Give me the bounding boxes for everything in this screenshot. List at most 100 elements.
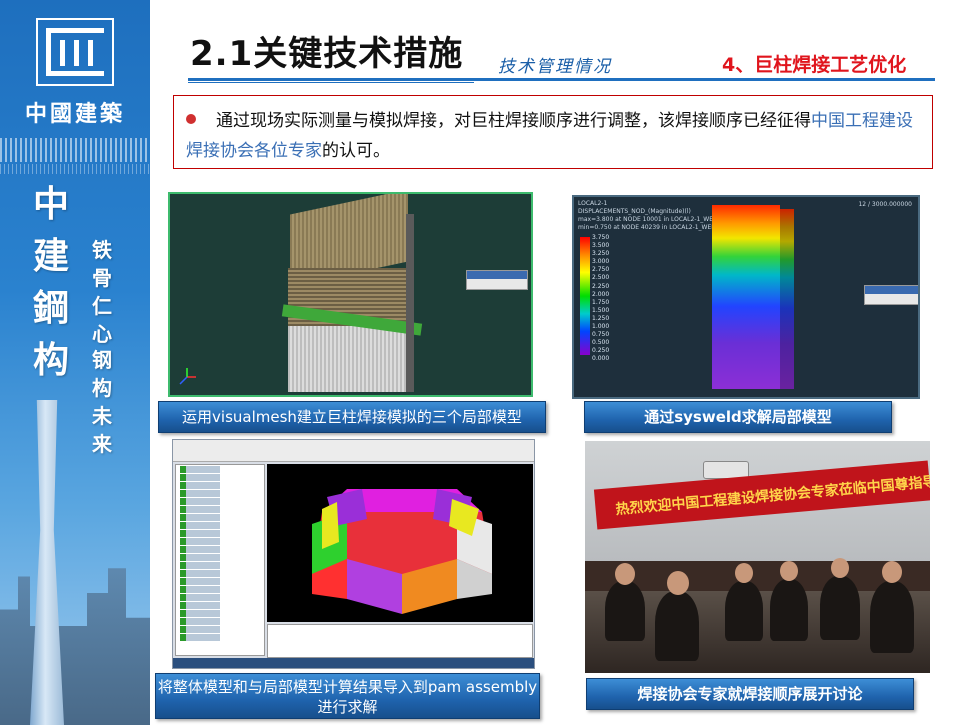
section-label: 4、巨柱焊接工艺优化 bbox=[722, 54, 907, 76]
legend-value: 1.750 bbox=[592, 298, 610, 306]
attendee-head bbox=[780, 561, 798, 581]
intro-box: 通过现场实际测量与模拟焊接，对巨柱焊接顺序进行调整，该焊接顺序已经征得中国工程建… bbox=[173, 95, 933, 169]
legend-value: 2.250 bbox=[592, 282, 610, 290]
brand-char: 构 bbox=[32, 339, 69, 381]
legend-value: 0.750 bbox=[592, 331, 610, 339]
legend-value: 0.250 bbox=[592, 347, 610, 355]
tree-row bbox=[180, 562, 260, 569]
tree-row bbox=[180, 578, 260, 585]
tree-row bbox=[180, 498, 260, 505]
page-subtitle: 技术管理情况 bbox=[498, 57, 612, 77]
legend-value: 1.000 bbox=[592, 323, 610, 331]
brand-char: 中 bbox=[32, 183, 69, 225]
attendee bbox=[605, 581, 645, 641]
tree-row bbox=[180, 538, 260, 545]
view-orientation-toolbar bbox=[466, 270, 528, 290]
attendee bbox=[820, 576, 860, 640]
motto-char: 骨 bbox=[92, 266, 112, 290]
tree-row bbox=[180, 594, 260, 601]
tree-row bbox=[180, 482, 260, 489]
attendee bbox=[870, 581, 914, 653]
intro-text: 通过现场实际测量与模拟焊接，对巨柱焊接顺序进行调整，该焊接顺序已经征得中国工程建… bbox=[186, 106, 916, 166]
decorative-stripe bbox=[0, 138, 150, 162]
motto-char: 构 bbox=[92, 376, 112, 400]
tree-row bbox=[180, 522, 260, 529]
view-orientation-toolbar bbox=[864, 285, 918, 305]
brand-sidebar: 中國建築 中 建 鋼 构 铁 骨 仁 心 钢 构 未 来 bbox=[0, 0, 150, 725]
attendee bbox=[770, 579, 808, 641]
tree-row bbox=[180, 546, 260, 553]
legend-value: 2.750 bbox=[592, 266, 610, 274]
tree-row bbox=[180, 474, 260, 481]
caption-sysweld: 通过sysweld求解局部模型 bbox=[584, 401, 892, 433]
sysweld-result-screenshot: LOCAL2-1 DISPLACEMENTS_NOD_(Magnitude)(l… bbox=[572, 195, 920, 399]
legend-value: 2.000 bbox=[592, 290, 610, 298]
console-log-panel bbox=[267, 624, 533, 658]
legend-value: 0.500 bbox=[592, 339, 610, 347]
legend-value: 1.500 bbox=[592, 306, 610, 314]
frame-counter: 12 / 3000.000000 bbox=[858, 201, 912, 208]
legend-value: 3.250 bbox=[592, 250, 610, 258]
caption-expert-discussion: 焊接协会专家就焊接顺序展开讨论 bbox=[586, 678, 914, 710]
tree-row bbox=[180, 506, 260, 513]
decorative-stripe-thin bbox=[0, 164, 150, 174]
tree-row bbox=[180, 602, 260, 609]
intro-text-end: 的认可。 bbox=[322, 141, 390, 161]
motto-char: 未 bbox=[92, 404, 112, 428]
tree-row bbox=[180, 466, 260, 473]
attendee bbox=[725, 581, 763, 641]
mesh-lower-block bbox=[288, 326, 406, 392]
caption-pam-assembly: 将整体模型和与局部模型计算结果导入到pam assembly 进行求解 bbox=[155, 673, 540, 719]
legend-value: 3.000 bbox=[592, 258, 610, 266]
tower-building-image bbox=[30, 400, 64, 725]
expert-meeting-photo: 热烈欢迎中国工程建设焊接协会专家莅临中国尊指导 bbox=[585, 441, 930, 673]
model-tree-panel bbox=[175, 464, 265, 656]
header-divider-thin bbox=[188, 82, 474, 83]
tree-row bbox=[180, 554, 260, 561]
legend-value: 2.500 bbox=[592, 274, 610, 282]
brand-char: 鋼 bbox=[32, 287, 69, 329]
caption-visualmesh: 运用visualmesh建立巨柱焊接模拟的三个局部模型 bbox=[158, 401, 546, 433]
intro-text-main: 通过现场实际测量与模拟焊接，对巨柱焊接顺序进行调整，该焊接顺序已经征得 bbox=[216, 111, 811, 131]
motto-char: 仁 bbox=[92, 294, 112, 318]
attendee-head bbox=[831, 558, 849, 578]
legend-value: 3.500 bbox=[592, 242, 610, 250]
brand-vertical-title: 中 建 鋼 构 bbox=[26, 178, 76, 386]
attendee bbox=[655, 591, 699, 661]
cscec-logo-icon bbox=[36, 18, 114, 86]
motto-char: 来 bbox=[92, 432, 112, 456]
displacement-contour-side bbox=[780, 209, 794, 389]
axis-triad-icon bbox=[179, 368, 196, 385]
motto-column-2: 钢 构 未 来 bbox=[88, 346, 116, 458]
header-divider bbox=[188, 78, 935, 81]
tree-row bbox=[180, 634, 260, 641]
attendee-head bbox=[735, 563, 753, 583]
legend-value: 0.000 bbox=[592, 355, 610, 363]
tree-row bbox=[180, 610, 260, 617]
tree-row bbox=[180, 586, 260, 593]
attendee-head bbox=[882, 561, 902, 583]
motto-column-1: 铁 骨 仁 心 bbox=[88, 236, 116, 348]
tree-row bbox=[180, 570, 260, 577]
motto-char: 心 bbox=[92, 322, 112, 346]
attendee-head bbox=[615, 563, 635, 585]
brand-char: 建 bbox=[32, 235, 69, 277]
app-toolbar bbox=[173, 440, 534, 462]
legend-value: 1.250 bbox=[592, 314, 610, 322]
tree-row bbox=[180, 530, 260, 537]
tree-row bbox=[180, 618, 260, 625]
displacement-contour-block bbox=[712, 205, 780, 389]
mesh-side-face bbox=[406, 214, 414, 392]
tree-row bbox=[180, 490, 260, 497]
legend-value: 3.750 bbox=[592, 234, 610, 241]
brand-name: 中國建築 bbox=[24, 101, 125, 127]
legend-labels: 3.750 3.500 3.250 3.000 2.750 2.500 2.250 2.000… bbox=[592, 234, 609, 364]
windows-taskbar bbox=[173, 658, 534, 668]
attendee-head bbox=[667, 571, 689, 595]
3d-viewport bbox=[267, 464, 533, 622]
motto-char: 铁 bbox=[92, 238, 112, 262]
city-skyline-image bbox=[0, 568, 150, 725]
color-legend bbox=[580, 237, 590, 355]
visualmesh-model-screenshot bbox=[168, 192, 533, 397]
pam-assembly-screenshot bbox=[172, 439, 535, 669]
